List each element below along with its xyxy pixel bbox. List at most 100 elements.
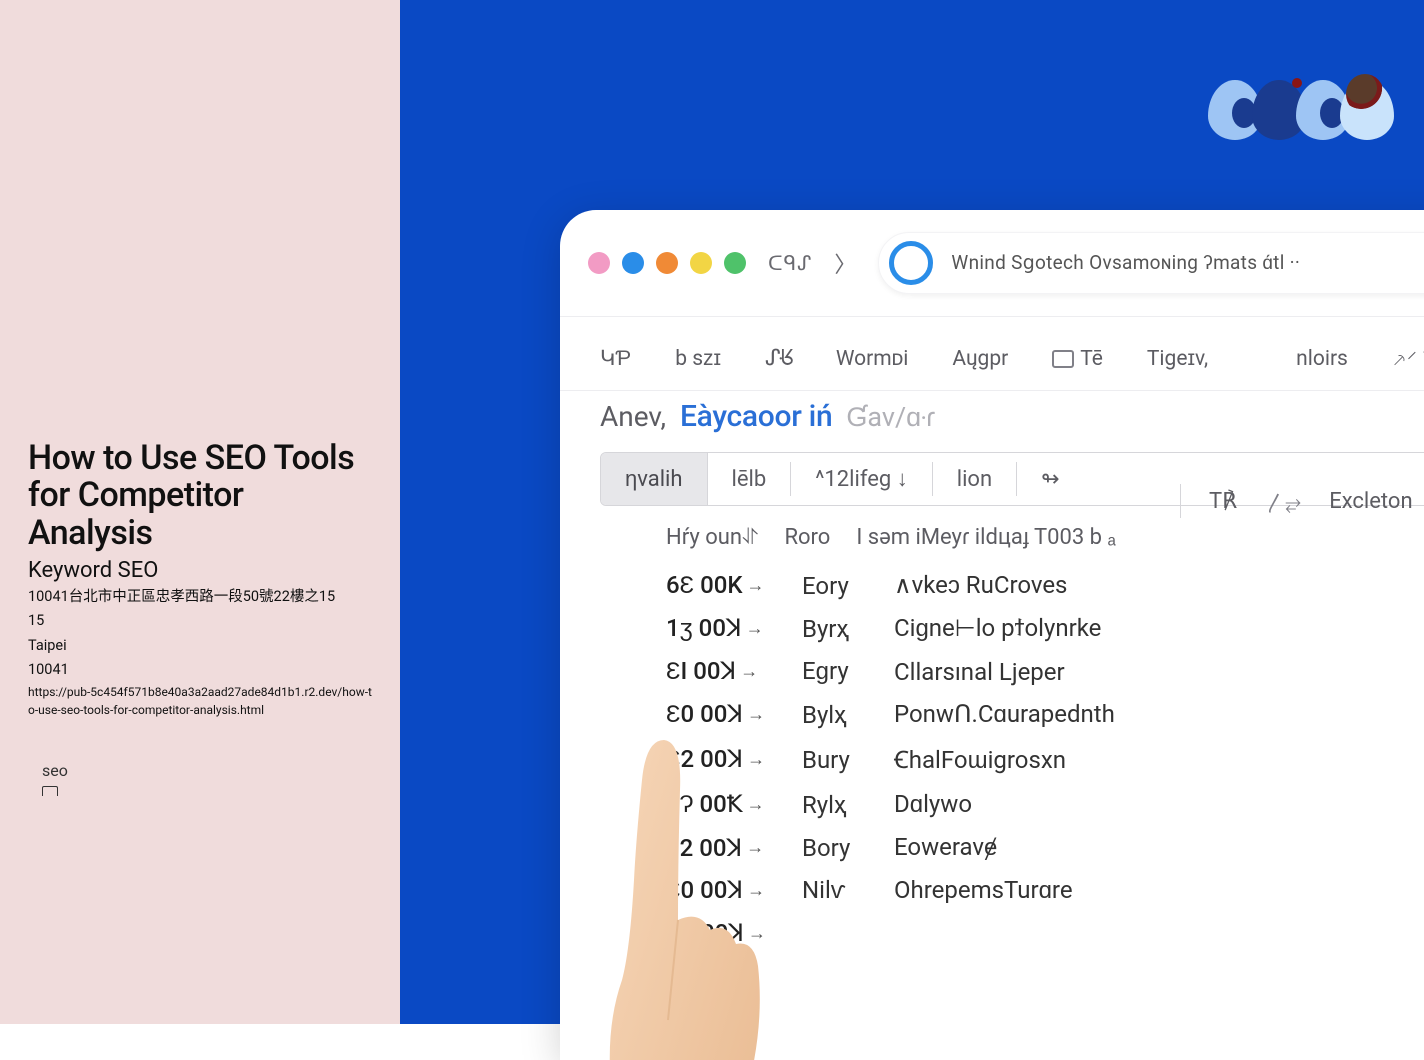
name-cell: Dɑlywo [894, 790, 972, 819]
dot-icon [588, 252, 610, 274]
dot-icon [724, 252, 746, 274]
table-row[interactable]: Ɛ0 00ꓘ→ Bylҳ PonwՈ.Cɑurapednth [666, 693, 1424, 736]
name-cell: OhrepemsTurɑre [894, 876, 1073, 905]
breadcrumb-sub: Ɠav/ɑ‧ɾ [846, 401, 935, 433]
url-text: Wnind Sցotech Ovsamoɴing ʔmats ɑ́tl ·· [951, 251, 1300, 275]
tab-label: Tē [1080, 347, 1103, 371]
metric-cell: ƐI 00ꓘ→ [666, 657, 776, 686]
table-row[interactable]: 6Ɛ 00K→ Eory ∧vkeɔ RuCroves [666, 564, 1424, 607]
name-cell: ꞒhalFoɯigrosxn [894, 743, 1066, 776]
tag-label: seo [42, 761, 372, 780]
window-controls[interactable] [588, 252, 746, 274]
tag-cell: Bury [802, 746, 868, 774]
tag-cell: Rylҳ [802, 791, 868, 819]
tag-cell: Bylҳ [802, 701, 868, 729]
tab-item[interactable]: b sᴢɪ [675, 347, 721, 371]
name-cell: ∧vkeɔ RuCroves [894, 571, 1067, 600]
name-cell: Eoweravɇ [894, 833, 997, 862]
metric-cell: Ɛ0 00ꓘ→ [666, 700, 776, 729]
filter-chip[interactable]: ↬ [1017, 467, 1083, 492]
column-header[interactable]: Roro [784, 525, 830, 550]
nav-forward-icon[interactable]: 〉 [834, 247, 856, 279]
tab-item[interactable]: ԿƤ [600, 346, 631, 371]
tab-item[interactable]: Wormᴅi [836, 347, 909, 371]
arrow-icon: → [746, 618, 764, 639]
filter-chip[interactable]: T℟ [1209, 489, 1237, 514]
separator [1180, 484, 1181, 518]
tab-item[interactable]: ⸕⸍ Ⲕսral [1392, 345, 1424, 372]
filter-chip[interactable]: ^12lifeg ↓ [791, 466, 932, 492]
table-row[interactable]: ƐƐ 00ꓘ→ [666, 912, 1424, 955]
page-title: How to Use SEO Tools for Competitor Anal… [28, 440, 372, 552]
arrow-icon: → [740, 661, 758, 682]
sidebar: How to Use SEO Tools for Competitor Anal… [0, 0, 400, 1024]
tag-cell: Byrҳ [802, 615, 868, 643]
arrow-icon: → [748, 923, 766, 944]
dot-icon [690, 252, 712, 274]
logo-cluster [1208, 80, 1394, 140]
table-row[interactable]: 32 00ꓘ→ Bory Eoweravɇ [666, 826, 1424, 869]
arrow-icon: → [747, 794, 765, 815]
column-header[interactable]: I səm iMeyɾ ildцaɟ T003 b ₐ [856, 524, 1115, 550]
table-row[interactable]: Ɛ2 00ꓘ→ Bury ꞒhalFoɯigrosxn [666, 736, 1424, 783]
name-cell: PonwՈ.Cɑurapednth [894, 700, 1115, 729]
chart-icon: ⸕⸍ [1392, 345, 1417, 372]
address-zip: 10041 [28, 660, 372, 680]
flag-icon [1052, 350, 1074, 368]
table-row[interactable]: Ɛ0 00ꓘ→ Nilⱱ OhrepemsTurɑre [666, 869, 1424, 912]
page-url: https://pub-5c454f571b8e40a3a2aad27ade84… [28, 684, 372, 719]
hero-area: ᑕᑫᔑ 〉 Wnind Sցotech Ovsamoɴing ʔmats ɑ́t… [400, 0, 1424, 1024]
filter-chip-active[interactable]: ƞvalih [601, 453, 708, 505]
breadcrumb-prefix: Anev, [600, 400, 666, 433]
tab-item[interactable]: Tigeɪv, [1147, 347, 1208, 371]
metric-cell: 6Ɛ 00K→ [666, 571, 776, 600]
address-city: Taipei [28, 636, 372, 656]
arrow-icon: → [747, 575, 765, 596]
arrow-icon: → [747, 704, 765, 725]
tab-item[interactable]: Aųgpr [952, 347, 1008, 371]
url-input[interactable]: Wnind Sցotech Ovsamoɴing ʔmats ɑ́tl ·· [878, 232, 1424, 294]
tag-icon [42, 786, 58, 796]
nav-back-icon[interactable]: ᑕᑫᔑ [768, 251, 812, 275]
name-cell: Ciɡne⊢lo pϯolynrke [894, 614, 1101, 643]
site-icon [889, 241, 933, 285]
tag-cell: Bory [802, 834, 868, 862]
metric-cell: 1ʒ 00ꓘ→ [666, 614, 776, 643]
browser-window: ᑕᑫᔑ 〉 Wnind Sցotech Ovsamoɴing ʔmats ɑ́t… [560, 210, 1424, 1060]
metric-cell: 1Ɂ 00Ꝁ→ [666, 790, 776, 819]
tab-item[interactable]: Tē [1052, 347, 1103, 371]
metric-cell: ƐƐ 00ꓘ→ [666, 919, 776, 948]
filter-extras: T℟ 〳⥂ Excleton [1180, 484, 1413, 518]
filter-chip[interactable]: lēlb [708, 467, 791, 492]
dot-icon [656, 252, 678, 274]
metric-cell: 32 00ꓘ→ [666, 834, 776, 862]
filter-chip[interactable]: lion [933, 467, 1016, 492]
arrow-icon: → [746, 837, 764, 858]
table-row[interactable]: ƐI 00ꓘ→ Eɡry Cllarsınal Ljeper [666, 650, 1424, 693]
page-subtitle: Keyword SEO [28, 558, 372, 583]
name-cell: Cllarsınal Ljeper [894, 658, 1065, 686]
tab-item[interactable]: ᔑ‧ᖉ [765, 346, 792, 371]
tag-cell: Eory [802, 572, 868, 600]
arrow-icon: → [747, 749, 765, 770]
tab-row: ԿƤ b sᴢɪ ᔑ‧ᖉ Wormᴅi Aųgpr Tē Tigeɪv, nlo… [560, 317, 1424, 390]
data-table: 6Ɛ 00K→ Eory ∧vkeɔ RuCroves 1ʒ 00ꓘ→ Byrҳ… [560, 560, 1424, 955]
column-header[interactable]: Hŕy oun⥯ [666, 525, 758, 550]
metric-cell: Ɛ0 00ꓘ→ [666, 876, 776, 905]
address-line-1: 10041台北市中正區忠孝西路一段50號22樓之15 [28, 587, 372, 607]
dot-icon [622, 252, 644, 274]
address-bar: ᑕᑫᔑ 〉 Wnind Sցotech Ovsamoɴing ʔmats ɑ́t… [560, 210, 1424, 316]
arrow-icon: → [747, 880, 765, 901]
tab-item[interactable]: nloirs [1296, 347, 1348, 371]
arrow-right-icon: ↬ [1041, 467, 1059, 492]
tag-cell: Eɡry [802, 657, 868, 686]
table-row[interactable]: 1ʒ 00ꓘ→ Byrҳ Ciɡne⊢lo pϯolynrke [666, 607, 1424, 650]
chart-line-icon: 〳⥂ [1265, 487, 1301, 516]
filter-chip[interactable]: Excleton [1329, 489, 1412, 514]
address-line-2: 15 [28, 611, 372, 631]
table-header: Hŕy oun⥯ Roro I səm iMeyɾ ildцaɟ T003 b … [560, 514, 1424, 560]
logo-blob-icon [1340, 80, 1394, 140]
breadcrumb-main[interactable]: Eàycaoor iń [680, 399, 832, 434]
breadcrumb: Anev, Eàycaoor iń Ɠav/ɑ‧ɾ [560, 391, 1424, 452]
table-row[interactable]: 1Ɂ 00Ꝁ→ Rylҳ Dɑlywo [666, 783, 1424, 826]
